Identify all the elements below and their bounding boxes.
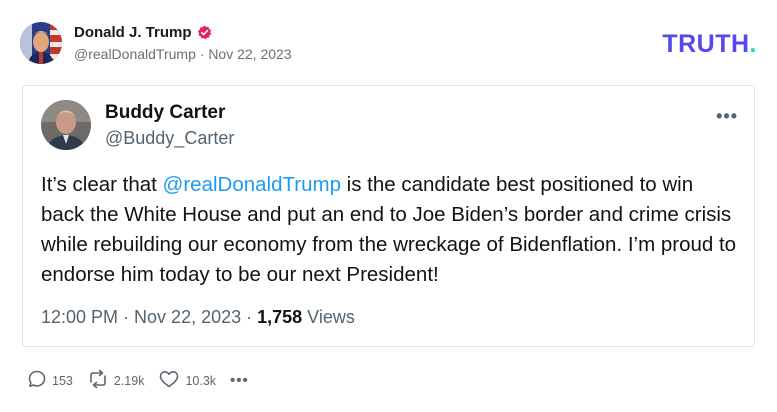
embed-author-handle[interactable]: @Buddy_Carter [105,128,234,149]
footer-separator-2: · [241,307,258,327]
embed-author-avatar[interactable] [41,100,91,150]
verified-badge-icon [197,25,212,40]
embedded-post-card[interactable]: Buddy Carter @Buddy_Carter ••• It’s clea… [22,85,755,347]
embed-time[interactable]: 12:00 PM [41,307,118,327]
ellipsis-icon[interactable]: ••• [716,106,738,127]
retruth-icon [87,369,114,392]
more-options-icon: ••• [230,372,249,389]
reply-count: 153 [52,373,73,388]
embed-date[interactable]: Nov 22, 2023 [134,307,241,327]
author-name[interactable]: Donald J. Trump [74,24,192,41]
mention-link[interactable]: @realDonaldTrump [163,173,341,196]
reply-button[interactable]: 153 [27,369,73,392]
action-bar: 153 2.19k 10.3k ••• [27,369,263,392]
retruth-count: 2.19k [113,373,145,388]
author-avatar[interactable] [20,22,62,64]
like-count: 10.3k [185,373,217,388]
truth-logo-text: TRUTH [662,30,750,58]
truth-logo[interactable]: TRUTH. [662,30,757,59]
heart-icon [158,369,185,392]
like-button[interactable]: 10.3k [158,369,216,392]
embed-footer: 12:00 PM · Nov 22, 2023 · 1,758 Views [41,307,355,328]
footer-separator: · [118,307,135,327]
reply-icon [27,369,52,392]
post-header: Donald J. Trump @realDonaldTrump · Nov 2… [20,18,292,68]
embed-post-text: It’s clear that @realDonaldTrump is the … [41,170,741,290]
post-date[interactable]: Nov 22, 2023 [208,46,291,62]
embed-text-start: It’s clear that [41,173,163,196]
meta-separator: · [195,46,209,62]
retruth-button[interactable]: 2.19k [87,369,145,392]
views-label: Views [302,307,355,327]
truth-logo-dot: . [749,30,757,58]
author-handle[interactable]: @realDonaldTrump [74,46,196,62]
more-options-button[interactable]: ••• [230,372,249,389]
embed-author-name[interactable]: Buddy Carter [105,102,234,124]
views-count: 1,758 [257,307,303,327]
